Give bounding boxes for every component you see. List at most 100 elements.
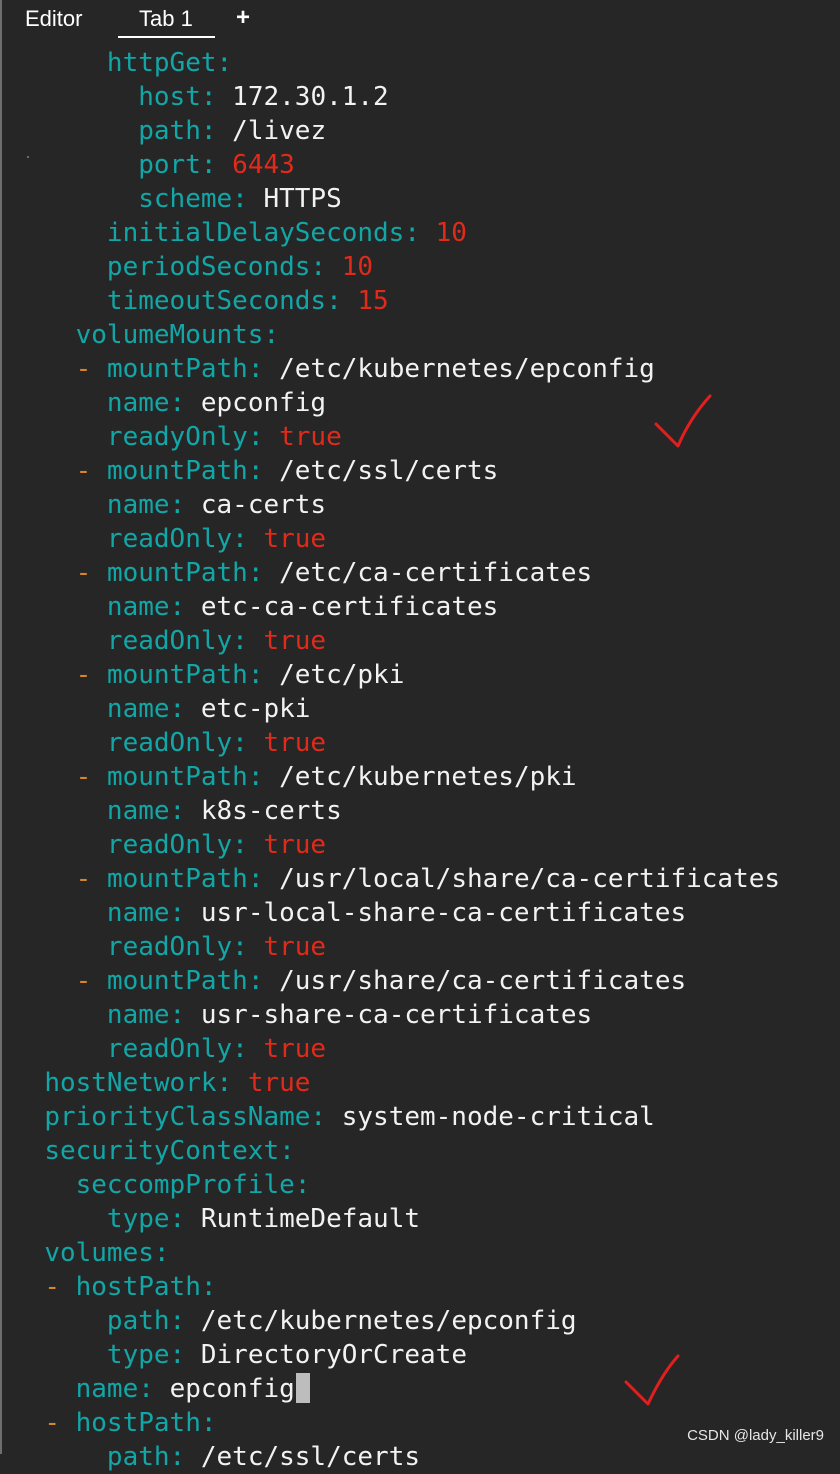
yaml-value: etc-ca-certificates: [200, 592, 499, 622]
yaml-value: HTTPS: [263, 184, 342, 214]
code-line[interactable]: - mountPath: /usr/local/share/ca-certifi…: [13, 862, 840, 896]
yaml-colon: :: [310, 1102, 327, 1132]
yaml-colon: :: [326, 286, 342, 316]
yaml-colon: :: [263, 320, 280, 350]
yaml-key: name: [75, 1374, 139, 1404]
list-dash: -: [75, 558, 107, 588]
active-tab-indicator: [118, 36, 215, 38]
yaml-colon: :: [404, 218, 420, 248]
yaml-value: true: [263, 1034, 327, 1064]
code-line[interactable]: readOnly: true: [13, 828, 840, 862]
yaml-key: path: [138, 116, 201, 146]
add-tab-button[interactable]: +: [236, 4, 250, 32]
yaml-key: seccompProfile: [75, 1170, 295, 1200]
yaml-value: /etc/kubernetes/pki: [279, 762, 577, 792]
yaml-colon: :: [169, 592, 186, 622]
yaml-value: /etc/ssl/certs: [200, 1442, 421, 1472]
code-line[interactable]: name: etc-pki: [13, 692, 840, 726]
code-line[interactable]: - hostPath:: [13, 1270, 840, 1304]
yaml-value: DirectoryOrCreate: [200, 1340, 467, 1370]
yaml-key: readOnly: [106, 728, 233, 758]
yaml-colon: :: [232, 1034, 248, 1064]
yaml-key: volumeMounts: [75, 320, 264, 350]
code-line[interactable]: type: RuntimeDefault: [13, 1202, 840, 1236]
code-editor[interactable]: httpGet: host: 172.30.1.2 path: /livez p…: [13, 46, 840, 1474]
code-line[interactable]: path: /etc/kubernetes/epconfig: [13, 1304, 840, 1338]
yaml-key: mountPath: [106, 456, 248, 486]
code-line[interactable]: readOnly: true: [13, 726, 840, 760]
code-line[interactable]: volumeMounts:: [13, 318, 840, 352]
code-line[interactable]: name: k8s-certs: [13, 794, 840, 828]
yaml-key: name: [106, 592, 170, 622]
yaml-colon: :: [294, 1170, 311, 1200]
yaml-key: mountPath: [106, 966, 248, 996]
code-line[interactable]: name: etc-ca-certificates: [13, 590, 840, 624]
code-line[interactable]: name: epconfig: [13, 1372, 840, 1406]
text-cursor: [295, 1373, 310, 1403]
code-line[interactable]: scheme: HTTPS: [13, 182, 840, 216]
yaml-value: 10: [435, 218, 467, 248]
code-line[interactable]: - mountPath: /etc/ca-certificates: [13, 556, 840, 590]
code-line[interactable]: - mountPath: /etc/pki: [13, 658, 840, 692]
yaml-colon: :: [169, 1204, 186, 1234]
code-line[interactable]: port: 6443: [13, 148, 840, 182]
code-line[interactable]: readyOnly: true: [13, 420, 840, 454]
yaml-key: port: [138, 150, 201, 180]
code-line[interactable]: path: /livez: [13, 114, 840, 148]
code-line[interactable]: name: ca-certs: [13, 488, 840, 522]
yaml-colon: :: [247, 558, 264, 588]
tab-1[interactable]: Tab 1: [139, 6, 193, 32]
code-line[interactable]: - mountPath: /etc/kubernetes/pki: [13, 760, 840, 794]
code-line[interactable]: readOnly: true: [13, 624, 840, 658]
yaml-colon: :: [200, 1272, 217, 1302]
code-line[interactable]: seccompProfile:: [13, 1168, 840, 1202]
tab-editor[interactable]: Editor: [25, 6, 82, 32]
code-line[interactable]: volumes:: [13, 1236, 840, 1270]
code-line[interactable]: name: usr-local-share-ca-certificates: [13, 896, 840, 930]
yaml-value: 15: [357, 286, 389, 316]
yaml-value: epconfig: [169, 1374, 295, 1404]
code-line[interactable]: name: epconfig: [13, 386, 840, 420]
code-line[interactable]: - mountPath: /usr/share/ca-certificates: [13, 964, 840, 998]
code-line[interactable]: type: DirectoryOrCreate: [13, 1338, 840, 1372]
code-line[interactable]: readOnly: true: [13, 930, 840, 964]
yaml-value: 172.30.1.2: [232, 82, 389, 112]
yaml-key: mountPath: [106, 864, 248, 894]
yaml-key: securityContext: [44, 1136, 280, 1166]
code-line[interactable]: securityContext:: [13, 1134, 840, 1168]
code-line[interactable]: - mountPath: /etc/kubernetes/epconfig: [13, 352, 840, 386]
yaml-colon: :: [247, 966, 264, 996]
code-line[interactable]: readOnly: true: [13, 522, 840, 556]
yaml-key: periodSeconds: [106, 252, 311, 282]
yaml-value: usr-local-share-ca-certificates: [200, 898, 687, 928]
yaml-value: true: [247, 1068, 311, 1098]
yaml-key: readOnly: [106, 932, 233, 962]
code-line[interactable]: readOnly: true: [13, 1032, 840, 1066]
code-line[interactable]: hostNetwork: true: [13, 1066, 840, 1100]
yaml-key: readOnly: [106, 1034, 233, 1064]
code-line[interactable]: priorityClassName: system-node-critical: [13, 1100, 840, 1134]
yaml-key: volumes: [44, 1238, 154, 1268]
yaml-colon: :: [247, 762, 264, 792]
code-line[interactable]: initialDelaySeconds: 10: [13, 216, 840, 250]
yaml-key: hostPath: [75, 1408, 201, 1438]
yaml-key: name: [106, 694, 170, 724]
yaml-colon: :: [169, 1000, 186, 1030]
code-line[interactable]: - mountPath: /etc/ssl/certs: [13, 454, 840, 488]
code-line[interactable]: periodSeconds: 10: [13, 250, 840, 284]
checkmark-icon: [654, 394, 712, 448]
yaml-value: /etc/kubernetes/epconfig: [279, 354, 655, 384]
yaml-colon: :: [232, 728, 248, 758]
yaml-colon: :: [310, 252, 327, 282]
yaml-value: /usr/local/share/ca-certificates: [279, 864, 781, 894]
checkmark-icon: [624, 1354, 680, 1406]
code-line[interactable]: timeoutSeconds: 15: [13, 284, 840, 318]
yaml-key: mountPath: [106, 558, 248, 588]
code-line[interactable]: name: usr-share-ca-certificates: [13, 998, 840, 1032]
yaml-key: type: [106, 1340, 170, 1370]
code-line[interactable]: host: 172.30.1.2: [13, 80, 840, 114]
yaml-key: httpGet: [106, 48, 217, 78]
yaml-colon: :: [200, 1408, 217, 1438]
code-line[interactable]: path: /etc/ssl/certs: [13, 1440, 840, 1474]
code-line[interactable]: httpGet:: [13, 46, 840, 80]
